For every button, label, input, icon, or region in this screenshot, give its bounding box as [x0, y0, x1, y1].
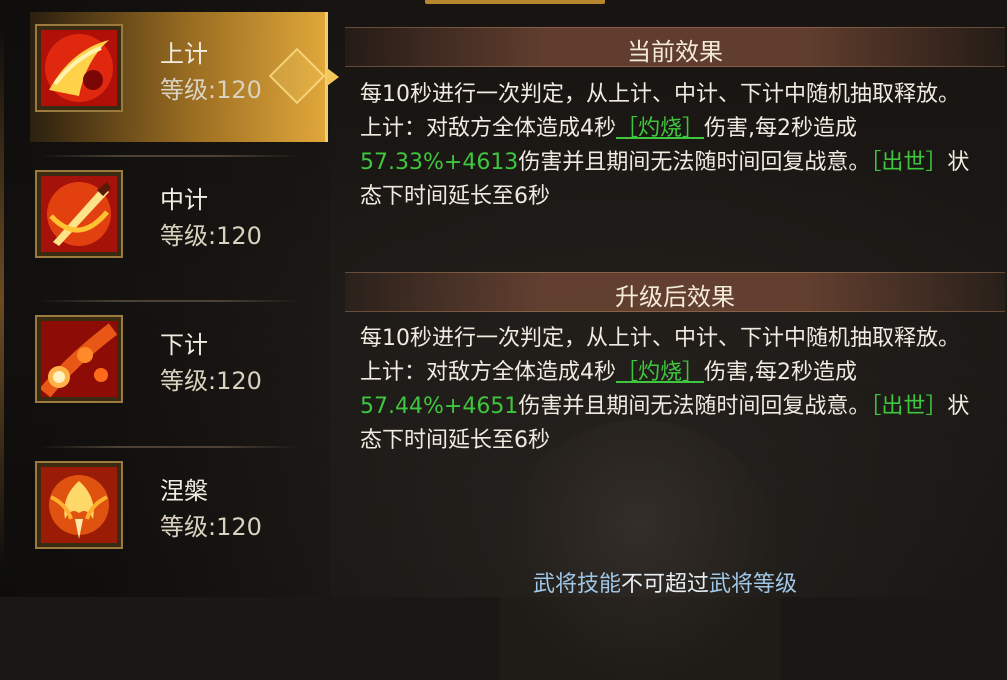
skill-level: 等级:120 — [160, 513, 262, 541]
selection-arrow-icon — [327, 68, 339, 86]
divider — [40, 155, 300, 157]
upgraded-effect-header: 升级后效果 — [345, 272, 1005, 312]
desc-text: 伤害并且期间无法随时间回复战意。 — [518, 150, 871, 175]
desc-text: 伤害,每2秒造成 — [704, 116, 858, 141]
skill-list: 上计 等级:120 中计 等级:120 下计 等级:120 涅槃 等级:120 — [0, 0, 339, 597]
note-suffix: 武将等级 — [709, 572, 798, 597]
skill-item-shangji[interactable]: 上计 等级:120 — [30, 12, 339, 142]
skill-level: 等级:120 — [160, 222, 262, 250]
skill-item-zhongji[interactable]: 中计 等级:120 — [30, 158, 325, 288]
current-effect-header: 当前效果 — [345, 27, 1005, 67]
burn-status-link[interactable]: ［灼烧］ — [616, 116, 704, 141]
left-edge-decoration — [0, 30, 4, 570]
damage-value: 57.44%+4651 — [360, 394, 519, 419]
flame-blade-icon — [41, 176, 117, 252]
skill-name: 中计 — [160, 186, 208, 214]
damage-value: 57.33%+4613 — [360, 150, 519, 175]
skill-name: 下计 — [160, 331, 208, 359]
burn-status-link[interactable]: ［灼烧］ — [616, 360, 704, 385]
skill-level: 等级:120 — [160, 367, 262, 395]
section-title: 升级后效果 — [615, 283, 735, 311]
skill-name: 上计 — [160, 40, 208, 68]
phoenix-icon — [41, 467, 117, 543]
upgraded-effect-description: 每10秒进行一次判定，从上计、中计、下计中随机抽取释放。上计：对敌方全体造成4秒… — [360, 322, 970, 458]
fireball-icon — [41, 321, 117, 397]
skill-level: 等级:120 — [160, 76, 262, 104]
section-title: 当前效果 — [627, 38, 723, 66]
skill-name: 涅槃 — [160, 477, 208, 505]
top-tab-indicator — [425, 0, 605, 4]
chushi-status-link[interactable]: ［出世］ — [870, 150, 947, 175]
skill-icon-frame — [35, 315, 123, 403]
divider — [40, 446, 300, 448]
note-middle: 不可超过 — [621, 572, 710, 597]
desc-text: 伤害,每2秒造成 — [704, 360, 858, 385]
current-effect-description: 每10秒进行一次判定，从上计、中计、下计中随机抽取释放。上计：对敌方全体造成4秒… — [360, 78, 970, 214]
note-prefix: 武将技能 — [533, 572, 622, 597]
level-limit-note: 武将技能不可超过武将等级 — [533, 566, 797, 598]
selection-diamond-decoration — [268, 47, 326, 105]
skill-icon-frame — [35, 170, 123, 258]
desc-text: 伤害并且期间无法随时间回复战意。 — [518, 394, 871, 419]
sword-slash-icon — [41, 30, 117, 106]
skill-icon-frame — [35, 461, 123, 549]
skill-item-niepan[interactable]: 涅槃 等级:120 — [30, 449, 325, 579]
skill-icon-frame — [35, 24, 123, 112]
chushi-status-link[interactable]: ［出世］ — [870, 394, 947, 419]
skill-item-xiaji[interactable]: 下计 等级:120 — [30, 303, 325, 433]
divider — [40, 300, 300, 302]
